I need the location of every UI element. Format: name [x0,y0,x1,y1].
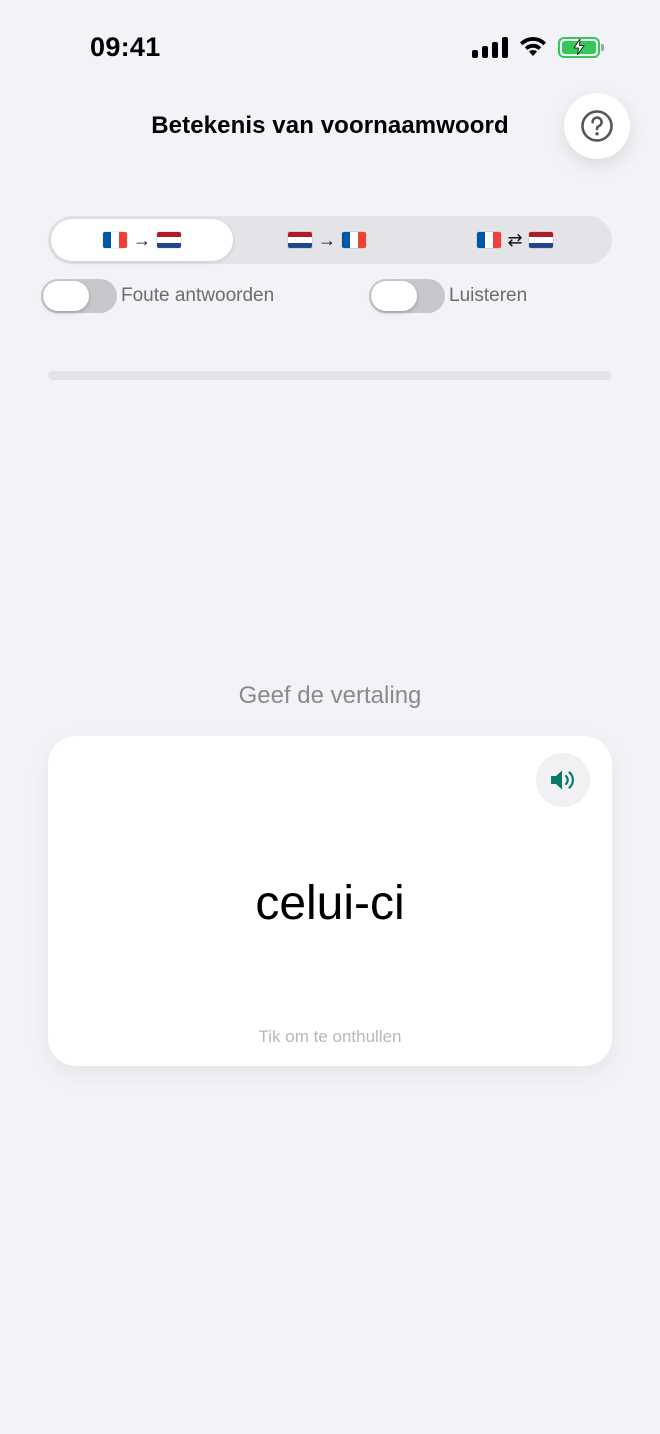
french-flag-icon [103,232,127,248]
flashcard[interactable]: celui-ci Tik om te onthullen [48,736,612,1066]
wifi-icon [520,36,546,56]
wrong-answers-toggle[interactable] [41,279,117,313]
speaker-icon [551,770,574,790]
tab-nl-to-fr[interactable]: → [233,219,421,261]
french-flag-icon [477,232,502,248]
listen-row: Luisteren [369,279,527,313]
swap-arrows-icon: ⇄ [507,229,523,250]
listen-label: Luisteren [449,285,528,306]
arrow-icon: → [318,229,336,250]
status-icons [472,36,604,58]
question-mark-icon [581,110,613,142]
speaker-button[interactable] [536,753,590,807]
wrong-answers-row: Foute antwoorden [41,279,274,313]
help-button[interactable] [564,93,630,159]
tab-fr-to-nl[interactable]: → [51,219,233,261]
dutch-flag-icon [528,232,553,248]
dutch-flag-icon [288,232,312,248]
direction-segmented-control: → → ⇄ [48,216,612,264]
prompt-text: Geef de vertaling [238,682,422,709]
battery-charging-icon [558,36,604,58]
progress-bar [48,371,612,380]
cellular-signal-icon [472,36,508,58]
french-flag-icon [342,232,366,248]
status-time: 09:41 [90,32,161,62]
dutch-flag-icon [157,232,181,248]
status-bar: 09:41 [0,0,660,96]
wrong-answers-label: Foute antwoorden [121,285,275,306]
card-word: celui-ci [255,877,405,930]
listen-toggle[interactable] [369,279,445,313]
arrow-icon: → [133,229,151,250]
tab-both-directions[interactable]: ⇄ [421,219,609,261]
card-hint: Tik om te onthullen [258,1027,402,1046]
page-title: Betekenis van voornaamwoord [151,112,509,139]
